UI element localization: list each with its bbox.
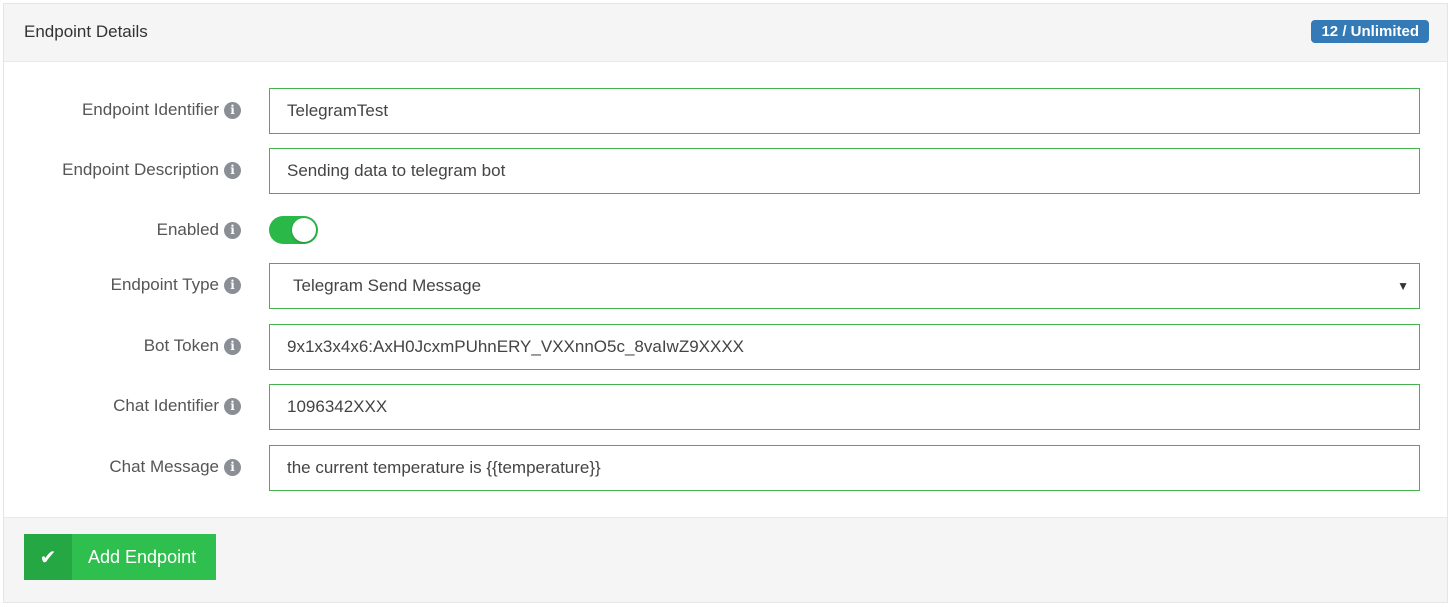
type-row: Endpoint Type i Telegram Send Message ▼ xyxy=(4,263,1447,309)
bot-token-input[interactable]: 9x1x3x4x6:AxH0JcxmPUhnERY_VXXnnO5c_8vaIw… xyxy=(269,324,1420,370)
enabled-row: Enabled i xyxy=(4,210,1447,250)
info-icon[interactable]: i xyxy=(224,337,241,355)
bot-token-label: Bot Token xyxy=(143,336,219,355)
enabled-label-group: Enabled i xyxy=(156,220,241,240)
chat-message-input[interactable]: the current temperature is {{temperature… xyxy=(269,445,1420,491)
endpoint-description-input[interactable]: Sending data to telegram bot xyxy=(269,148,1420,194)
toggle-knob xyxy=(292,218,316,242)
chat-identifier-input[interactable]: 1096342XXX xyxy=(269,384,1420,430)
info-icon[interactable]: i xyxy=(224,397,241,415)
panel-title: Endpoint Details xyxy=(24,22,148,41)
endpoint-details-panel: Endpoint Details 12 / Unlimited Endpoint… xyxy=(3,3,1448,603)
info-icon[interactable]: i xyxy=(224,221,241,239)
bot-token-label-group: Bot Token i xyxy=(143,336,241,356)
identifier-label-group: Endpoint Identifier i xyxy=(81,100,241,120)
endpoint-count-badge: 12 / Unlimited xyxy=(1311,20,1429,43)
description-label-group: Endpoint Description i xyxy=(62,160,241,180)
info-icon[interactable]: i xyxy=(224,161,241,179)
description-label: Endpoint Description xyxy=(62,160,219,179)
type-label-group: Endpoint Type i xyxy=(110,275,241,295)
type-label: Endpoint Type xyxy=(110,275,219,294)
info-icon[interactable]: i xyxy=(224,101,241,119)
bot-token-row: Bot Token i 9x1x3x4x6:AxH0JcxmPUhnERY_VX… xyxy=(4,324,1447,370)
chat-message-label-group: Chat Message i xyxy=(109,457,241,477)
chat-id-label: Chat Identifier xyxy=(113,396,219,415)
endpoint-type-select[interactable]: Telegram Send Message ▼ xyxy=(269,263,1420,309)
add-endpoint-button[interactable]: ✔ Add Endpoint xyxy=(24,534,216,580)
endpoint-type-value: Telegram Send Message xyxy=(293,276,482,295)
info-icon[interactable]: i xyxy=(224,458,241,476)
caret-down-icon: ▼ xyxy=(1397,279,1409,293)
description-row: Endpoint Description i Sending data to t… xyxy=(4,148,1447,194)
chat-id-label-group: Chat Identifier i xyxy=(113,396,241,416)
check-icon: ✔ xyxy=(24,534,72,580)
chat-message-row: Chat Message i the current temperature i… xyxy=(4,445,1447,491)
chat-message-label: Chat Message xyxy=(109,457,219,476)
enabled-label: Enabled xyxy=(156,220,219,239)
endpoint-identifier-input[interactable]: TelegramTest xyxy=(269,88,1420,134)
add-endpoint-label: Add Endpoint xyxy=(88,546,197,567)
identifier-label: Endpoint Identifier xyxy=(81,100,219,119)
chat-id-row: Chat Identifier i 1096342XXX xyxy=(4,384,1447,430)
panel-footer: ✔ Add Endpoint xyxy=(4,517,1447,602)
enabled-toggle[interactable] xyxy=(269,216,318,244)
info-icon[interactable]: i xyxy=(224,276,241,294)
identifier-row: Endpoint Identifier i TelegramTest xyxy=(4,88,1447,134)
panel-header: Endpoint Details 12 / Unlimited xyxy=(4,4,1447,62)
